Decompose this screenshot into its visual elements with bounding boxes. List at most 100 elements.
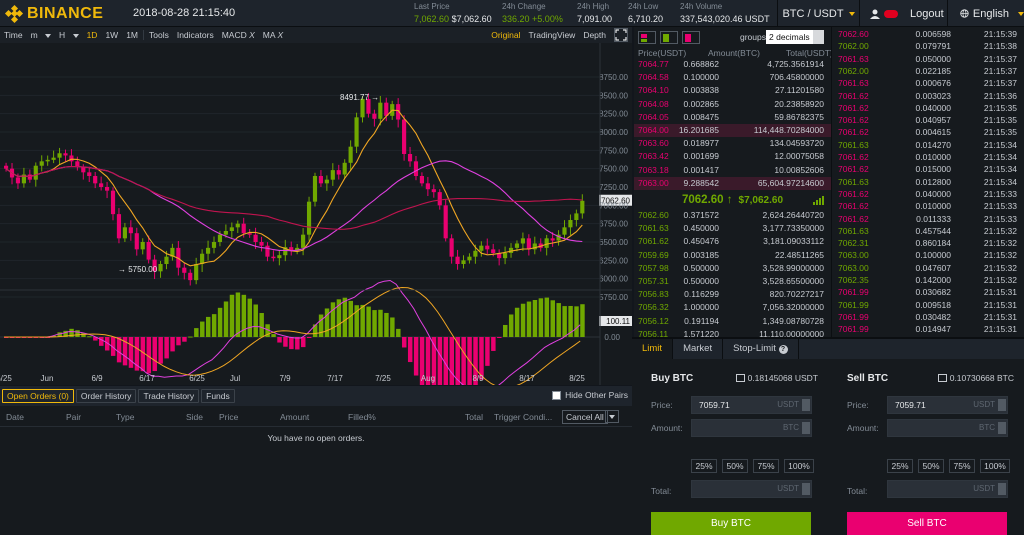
macd-bar [253,304,258,337]
tb-macd[interactable]: MACD X [218,27,259,43]
sell-pct-50[interactable]: 50% [918,459,944,473]
book-bids-icon[interactable] [660,30,678,44]
book-price: 7064.10 [638,85,669,96]
trade-amount: 0.040000 [915,188,951,199]
trade-amount: 0.047607 [915,262,951,273]
candle-body [306,201,312,235]
sell-amount-input[interactable]: BTC [887,419,1008,437]
sell-pct-25[interactable]: 25% [887,459,913,473]
tab-order-history[interactable]: Order History [75,389,137,403]
macd-bar [116,337,122,363]
bid-row[interactable]: 7056.12 0.191194 1,349.08780728 [634,315,831,328]
buy-pct-100[interactable]: 100% [784,459,814,473]
hide-other-checkbox[interactable] [552,390,562,400]
trade-row: 7061.63 0.012800 21:15:34 [832,176,1024,188]
user-menu[interactable]: Logout [859,0,947,27]
tb-minutes[interactable]: m [27,27,55,43]
trade-price: 7061.99 [838,324,869,335]
macd-bar [277,337,282,343]
candle-body [574,213,579,220]
brand-logo[interactable]: BINANCE [4,4,118,23]
view-original[interactable]: Original [487,27,524,43]
tb-indicators[interactable]: Indicators [173,27,218,43]
book-asks-icon[interactable] [682,30,700,44]
macd-bar [170,337,175,352]
sell-button[interactable]: Sell BTC [847,512,1007,535]
sell-total-input[interactable]: USDT [887,480,1008,498]
ask-row[interactable]: 7063.00 9.288542 65,604.97214600 [634,176,831,190]
ask-row[interactable]: 7064.77 0.668862 4,725.3561914 [634,58,831,71]
ask-row[interactable]: 7063.18 0.001417 10.00852606 [634,164,831,177]
ask-row[interactable]: 7063.42 0.001699 12.00075058 [634,150,831,163]
tb-ma[interactable]: MA X [259,27,287,43]
tab-market[interactable]: Market [673,339,724,359]
trade-row: 7062.31 0.860184 21:15:32 [832,237,1024,249]
trade-amount: 0.014270 [915,139,951,150]
high-label: 24h High [577,2,610,11]
buy-pct-50[interactable]: 50% [722,459,748,473]
bid-row[interactable]: 7061.62 0.450476 3,181.09033112 [634,235,831,248]
book-amount: 0.500000 [683,262,719,273]
candle-body [158,264,163,272]
hide-other-label: Hide Other Pairs [565,390,628,400]
hide-other-pairs[interactable]: Hide Other Pairs [552,390,628,400]
price-tick: 8750.00 [599,73,628,82]
cancel-all-button[interactable]: Cancel All [562,410,608,424]
buy-total-input[interactable]: USDT [691,480,812,498]
tab-open-orders[interactable]: Open Orders (0) [2,389,74,403]
buy-amount-input[interactable]: BTC [691,419,812,437]
bid-row[interactable]: 7061.63 0.450000 3,177.73350000 [634,222,831,235]
tb-time[interactable]: Time [0,27,27,43]
bid-row[interactable]: 7056.83 0.116299 820.70227217 [634,288,831,301]
view-depth[interactable]: Depth [579,27,610,43]
ask-row[interactable]: 7064.05 0.008475 59.86782375 [634,111,831,124]
language-selector[interactable]: English [947,0,1024,27]
book-price: 7056.83 [638,289,669,300]
tab-stop-limit[interactable]: Stop-Limit ? [723,339,799,359]
sell-price-input[interactable]: 7059.71 USDT [887,396,1008,414]
ask-row[interactable]: 7063.60 0.018977 134.04593720 [634,137,831,150]
pair-selector[interactable]: BTC / USDT [777,0,859,27]
tab-funds[interactable]: Funds [201,389,235,403]
tb-1w[interactable]: 1W [101,27,122,43]
bid-row[interactable]: 7062.60 0.371572 2,624.26440720 [634,209,831,222]
tb-hours[interactable]: H [55,27,83,43]
ask-row[interactable]: 7064.08 0.002865 20.23858920 [634,98,831,111]
orders-header: Date Pair Type Side Price Amount Filled%… [0,407,632,427]
book-both-icon[interactable] [638,30,656,44]
price-tick: 7750.00 [599,146,628,155]
tb-tools[interactable]: Tools [145,27,173,43]
view-tradingview[interactable]: TradingView [525,27,580,43]
logout-link[interactable]: Logout [910,8,944,20]
ask-row[interactable]: 7064.00 16.201685 114,448.70284000 [634,124,831,138]
ask-row[interactable]: 7064.58 0.100000 706.45800000 [634,71,831,84]
tb-1d[interactable]: 1D [83,27,102,43]
candlestick-chart[interactable]: 7062.608491.77 →→ 5750.00100.110.00 8750… [0,43,632,385]
book-price: 7057.98 [638,262,669,273]
candle-body [526,238,531,250]
sell-pct-100[interactable]: 100% [980,459,1010,473]
x-tick: Jul [230,374,240,383]
bid-row[interactable]: 7056.32 1.000000 7,056.32000000 [634,301,831,314]
buy-section: Buy BTC 0.18145068 USDT Price: 7059.71 US… [632,359,828,535]
bid-row[interactable]: 7057.98 0.500000 3,528.99000000 [634,262,831,275]
tab-trade-history[interactable]: Trade History [138,389,200,403]
ask-row[interactable]: 7064.10 0.003838 27.11201580 [634,84,831,97]
bid-row[interactable]: 7057.31 0.500000 3,528.65500000 [634,275,831,288]
fullscreen-icon[interactable] [614,28,628,42]
sell-pct-75[interactable]: 75% [949,459,975,473]
trade-time: 21:15:36 [983,90,1017,101]
decimals-select[interactable]: 2 decimals [766,30,824,44]
buy-pct-75[interactable]: 75% [753,459,779,473]
buy-price-input[interactable]: 7059.71 USDT [691,396,812,414]
candle-body [146,242,151,260]
candle-body [437,192,442,206]
cancel-all-dropdown[interactable] [605,410,619,423]
tab-limit[interactable]: Limit [632,339,674,359]
sell-price-label: Price: [847,400,869,410]
tb-1m[interactable]: 1M [122,27,142,43]
buy-button[interactable]: Buy BTC [651,512,811,535]
buy-pct-25[interactable]: 25% [691,459,717,473]
bid-row[interactable]: 7059.69 0.003185 22.48511265 [634,249,831,262]
exchange-app: BINANCE 2018-08-28 21:15:40 Last Price 7… [0,0,1024,535]
